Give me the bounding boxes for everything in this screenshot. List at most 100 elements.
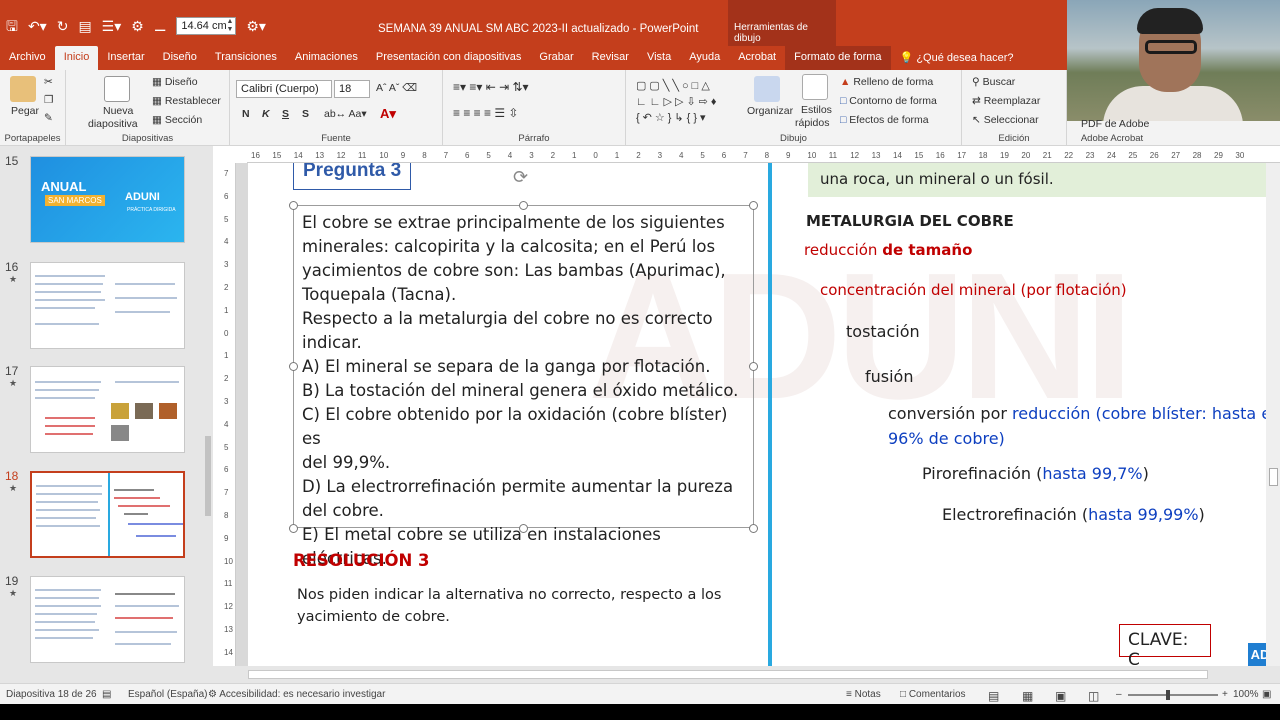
new-slide-button-line2[interactable]: diapositiva [88,118,138,130]
slide-thumbnail-16[interactable] [30,262,185,349]
slide-sorter-icon[interactable]: ▦ [1022,689,1033,703]
spin-arrows-icon[interactable]: ▲ ▼ [226,18,233,34]
presenter-hair [1137,8,1203,34]
touch-mode-icon[interactable]: ⚙ [131,19,144,33]
reading-view-icon[interactable]: ▣ [1055,689,1066,703]
slide-thumbnail-15[interactable]: ANUAL SAN MARCOS ADUNI PRÁCTICA DIRIGIDA [30,156,185,243]
question-title[interactable]: Pregunta 3 [293,163,412,190]
slide-thumbnail-18[interactable] [30,471,185,558]
comments-button[interactable]: □ Comentarios [900,689,966,700]
slide-thumbnail-17[interactable] [30,366,185,453]
tab-acrobat[interactable]: Acrobat [729,46,785,70]
editor-scroll-thumb[interactable] [1269,468,1278,486]
align-left-icon[interactable]: ≡ ≡ ≡ ≡ ☰ ⇳ [453,106,519,120]
spacing-icon[interactable]: ab↔ Aa▾ [324,108,367,120]
normal-view-icon[interactable]: ▤ [988,689,999,703]
tab-archivo[interactable]: Archivo [0,46,55,70]
underline-button[interactable]: S [282,108,289,120]
font-color-icon[interactable]: A▾ [380,106,396,122]
font-family-select[interactable]: Calibri (Cuerpo) [236,80,332,98]
bold-button[interactable]: N [242,108,250,120]
paste-icon[interactable] [10,76,36,102]
format-painter-brush-icon[interactable]: ✎ [44,112,53,124]
shape-fill-button[interactable]: ▲ Relleno de forma [840,76,933,88]
zoom-slider[interactable] [1128,690,1218,700]
notes-button[interactable]: ≡ Notas [846,689,881,700]
cut-icon[interactable]: ✂ [44,76,53,88]
arrange-button[interactable]: Organizar [747,105,793,117]
shape-width-input[interactable]: 14.64 cm ▲ ▼ [176,17,237,35]
tab-ayuda[interactable]: Ayuda [680,46,729,70]
slide-thumbnail-19[interactable] [30,576,185,663]
tab-insertar[interactable]: Insertar [98,46,153,70]
tab-transiciones[interactable]: Transiciones [206,46,286,70]
resize-handle-tl[interactable] [289,201,298,210]
slideshow-icon[interactable]: ▤ [78,19,91,33]
fit-slide-icon[interactable]: ▣ [1262,689,1271,700]
slideshow-view-icon[interactable]: ◫ [1088,689,1099,703]
resize-handle-t[interactable] [519,201,528,210]
tab-formato-de-forma[interactable]: Formato de forma [785,46,891,70]
shape-outline-button[interactable]: □ Contorno de forma [840,95,937,107]
zoom-out-icon[interactable]: – [1116,689,1122,700]
bullets-icon[interactable]: ≡▾ ≡▾ ⇤ ⇥ ⇅▾ [453,80,529,94]
editor-vertical-scrollbar[interactable] [1266,163,1280,666]
zoom-in-icon[interactable]: + [1222,689,1228,700]
arrange-icon[interactable] [754,76,780,102]
italic-button[interactable]: K [262,108,270,120]
redo-icon[interactable]: ↻ [57,19,69,33]
layout-button[interactable]: ▦ Diseño [152,76,198,88]
spelling-icon[interactable]: ▤ [102,689,111,700]
step-roasting: tostación [846,322,920,341]
rotate-handle-icon[interactable]: ⟳ [513,167,528,188]
quick-styles-button[interactable]: Estilos [801,104,832,116]
tab-vista[interactable]: Vista [638,46,680,70]
resize-handle-tr[interactable] [749,201,758,210]
tab-diseno[interactable]: Diseño [154,46,206,70]
shape-effects-button[interactable]: □ Efectos de forma [840,114,929,126]
reset-button[interactable]: ▦ Restablecer [152,95,221,107]
resize-handle-br[interactable] [749,524,758,533]
ruler-tick: 5 [700,151,705,160]
question-textbox[interactable]: El cobre se extrae principalmente de los… [293,205,754,568]
new-slide-icon[interactable] [104,76,130,102]
language-indicator[interactable]: Español (España) [128,689,208,700]
tab-presentacion[interactable]: Presentación con diapositivas [367,46,531,70]
section-button[interactable]: ▦ Sección [152,114,202,126]
thumbnail-scroll-thumb[interactable] [205,436,211,516]
tab-grabar[interactable]: Grabar [530,46,582,70]
new-slide-button[interactable]: Nueva [103,105,133,117]
format-painter-icon[interactable]: ☰▾ [102,19,122,33]
replace-button[interactable]: ⇄ Reemplazar [972,95,1040,107]
quick-styles-button-line2[interactable]: rápidos [795,117,829,129]
select-button[interactable]: ↖ Seleccionar [972,114,1039,126]
save-icon[interactable]: 🖫 [6,19,18,33]
editor-horizontal-scrollbar[interactable] [213,666,1280,683]
undo-icon[interactable]: ↶▾ [28,19,47,33]
zoom-level[interactable]: 100% [1233,689,1259,700]
resize-handle-b[interactable] [519,524,528,533]
find-button[interactable]: ⚲ Buscar [972,76,1015,88]
resize-handle-bl[interactable] [289,524,298,533]
pdf-adobe-button[interactable]: PDF de Adobe [1081,118,1149,130]
zoom-slider-knob[interactable] [1166,690,1170,700]
paste-button[interactable]: Pegar [11,105,39,117]
shadow-button[interactable]: S [302,108,309,120]
font-size-select[interactable]: 18 [334,80,370,98]
customize-qat-icon[interactable]: ⚙▾ [246,19,266,33]
thumbnail-scrollbar[interactable] [203,146,213,684]
align-icon[interactable]: ⚊ [154,19,167,33]
tab-animaciones[interactable]: Animaciones [286,46,367,70]
resize-handle-l[interactable] [289,362,298,371]
shapes-gallery-icon[interactable]: ▢▢╲╲○□△ ∟∟▷▷⇩⇨♦ {↶☆}↳{}▾ [636,78,720,126]
quick-styles-icon[interactable] [802,74,828,100]
tell-me-search[interactable]: 💡 ¿Qué desea hacer? [891,46,1023,70]
resize-handle-r[interactable] [749,362,758,371]
tab-inicio[interactable]: Inicio [54,46,99,70]
tab-revisar[interactable]: Revisar [583,46,638,70]
grow-font-icon[interactable]: Aˆ Aˇ ⌫ [376,82,417,94]
drawing-tools-context: Herramientas de dibujo [728,0,836,46]
editor-hscroll-thumb[interactable] [248,670,1208,679]
copy-icon[interactable]: ❐ [44,94,53,106]
accessibility-indicator[interactable]: ⚙ Accesibilidad: es necesario investigar [208,689,385,700]
